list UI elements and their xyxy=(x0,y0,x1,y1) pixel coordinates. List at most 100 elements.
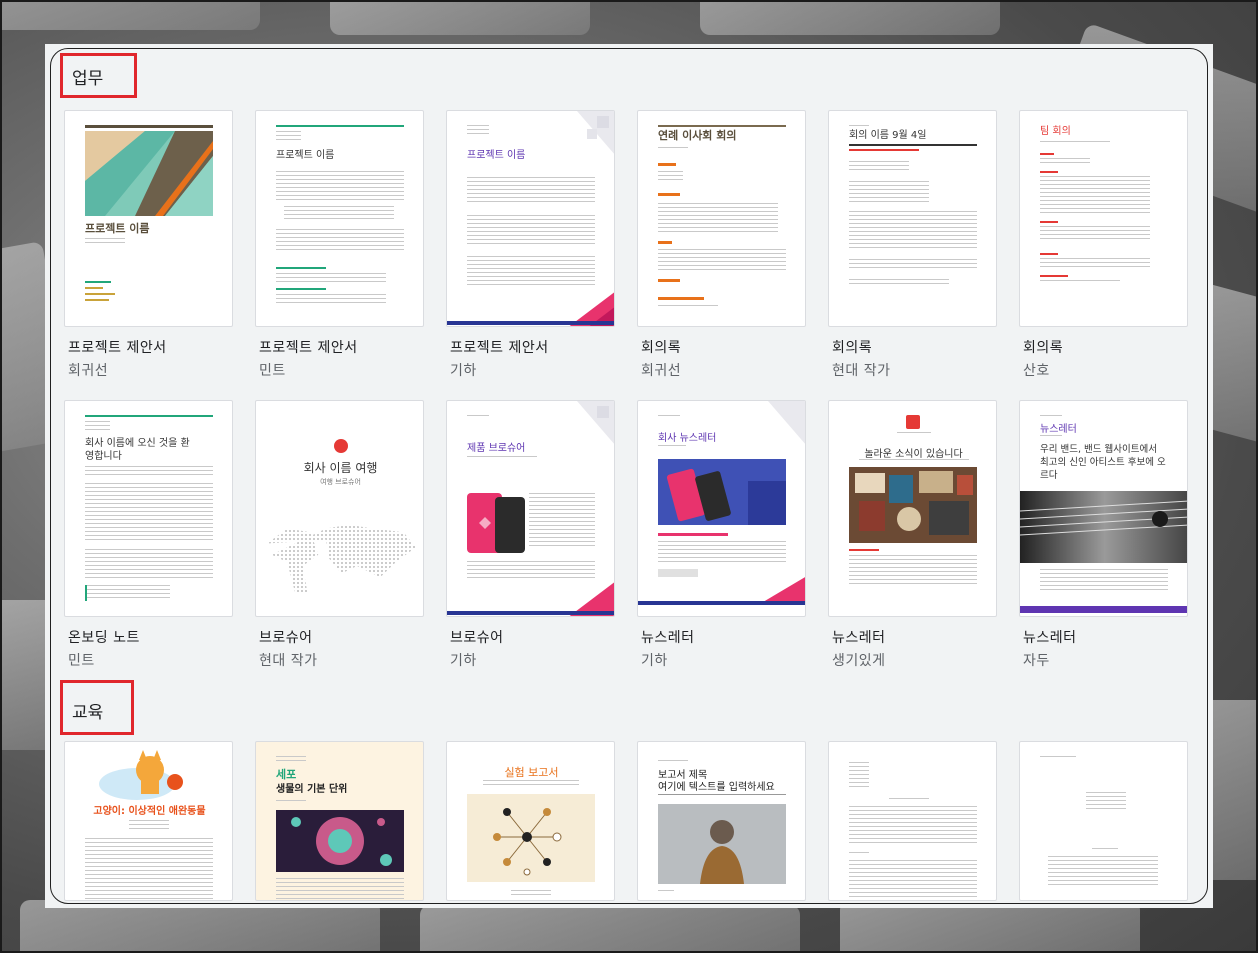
template-style: 회귀선 xyxy=(641,363,682,379)
template-thumbnail[interactable]: 제품 브로슈어 xyxy=(446,400,615,617)
preview-text-lines xyxy=(85,238,125,246)
template-name: 프로젝트 제안서 xyxy=(450,340,549,356)
preview-text-lines xyxy=(849,211,977,251)
template-card[interactable]: 프로젝트 이름 프로젝트 제안서 회귀선 xyxy=(64,110,233,380)
template-thumbnail[interactable]: 프로젝트 이름 xyxy=(446,110,615,327)
molecule-illustration xyxy=(467,794,595,882)
template-card[interactable] xyxy=(1019,741,1188,901)
template-name: 브로슈어 xyxy=(259,630,313,646)
preview-text-lines xyxy=(849,279,949,287)
preview-accent-line xyxy=(658,297,704,300)
preview-title: 연례 이사회 회의 xyxy=(658,129,737,142)
preview-text-lines xyxy=(85,838,213,900)
preview-callout xyxy=(85,585,170,601)
template-thumbnail[interactable]: 뉴스레터 우리 밴드, 밴드 웹사이트에서 최고의 신인 아티스트 후보에 오르… xyxy=(1019,400,1188,617)
template-thumbnail[interactable]: 연례 이사회 회의 xyxy=(637,110,806,327)
preview-title: 프로젝트 이름 xyxy=(85,222,150,235)
doc-preview-art xyxy=(85,125,213,301)
preview-text-lines xyxy=(511,890,551,896)
preview-text-lines xyxy=(85,483,213,543)
preview-text-lines xyxy=(889,798,929,802)
template-thumbnail[interactable]: 놀라운 소식이 있습니다 xyxy=(828,400,997,617)
template-name: 회의록 xyxy=(832,340,873,356)
preview-text-lines xyxy=(1048,856,1158,886)
preview-accent-line xyxy=(276,288,326,290)
template-thumbnail[interactable]: 보고서 제목 여기에 텍스트를 입력하세요 xyxy=(637,741,806,901)
preview-text-lines xyxy=(1040,158,1090,166)
preview-text-lines xyxy=(1040,258,1150,270)
preview-text-lines xyxy=(129,820,169,830)
template-card[interactable]: 회사 이름에 오신 것을 환영합니다 온보딩 노트 민트 xyxy=(64,400,233,670)
preview-photo-person xyxy=(658,804,786,884)
template-thumbnail[interactable] xyxy=(1019,741,1188,901)
section-title-work: 업무 xyxy=(72,69,104,89)
preview-text-lines xyxy=(849,161,909,173)
template-card[interactable]: 뉴스레터 우리 밴드, 밴드 웹사이트에서 최고의 신인 아티스트 후보에 오르… xyxy=(1019,400,1188,670)
preview-text-lines xyxy=(1040,176,1150,216)
template-card[interactable]: 놀라운 소식이 있습니다 뉴스레터 생기있게 xyxy=(828,400,997,670)
template-thumbnail[interactable]: 실험 보고서 xyxy=(446,741,615,901)
template-card[interactable]: 세포 생물의 기본 단위 xyxy=(255,741,424,901)
template-card[interactable]: 프로젝트 이름 프로젝트 제안서 민트 xyxy=(255,110,424,380)
preview-text-lines xyxy=(85,421,110,431)
template-card[interactable]: 팀 회의 회의록 산호 xyxy=(1019,110,1188,380)
preview-accent-line xyxy=(1040,275,1068,277)
preview-text-lines xyxy=(85,549,213,579)
template-thumbnail[interactable]: 프로젝트 이름 xyxy=(255,110,424,327)
preview-text-lines xyxy=(849,860,977,900)
preview-text-lines xyxy=(658,305,718,309)
preview-text-lines xyxy=(658,415,680,419)
template-card[interactable]: 보고서 제목 여기에 텍스트를 입력하세요 xyxy=(637,741,806,901)
template-name: 프로젝트 제안서 xyxy=(68,340,167,356)
logo-icon xyxy=(334,439,348,453)
template-thumbnail[interactable]: 팀 회의 xyxy=(1019,110,1188,327)
preview-text-lines xyxy=(658,171,683,183)
preview-text-lines xyxy=(276,229,404,251)
template-style: 현대 작가 xyxy=(832,363,891,379)
preview-title: 회사 이름 여행 xyxy=(303,461,378,475)
preview-accent-line xyxy=(658,125,786,127)
template-card[interactable]: 회의 이름 9월 4일 회의록 현대 작가 xyxy=(828,110,997,380)
preview-text-lines xyxy=(849,555,977,585)
template-thumbnail[interactable]: 고양이: 이상적인 애완동물 xyxy=(64,741,233,901)
template-card[interactable]: 고양이: 이상적인 애완동물 xyxy=(64,741,233,901)
template-card[interactable] xyxy=(828,741,997,901)
preview-accent-line xyxy=(849,549,879,551)
template-card[interactable]: 연례 이사회 회의 회의록 회귀선 xyxy=(637,110,806,380)
preview-accent-line xyxy=(276,125,404,127)
preview-text-lines xyxy=(276,294,386,304)
preview-title: 회사 뉴스레터 xyxy=(658,433,717,444)
preview-text-lines xyxy=(467,125,489,135)
preview-text-lines xyxy=(1040,226,1150,242)
template-thumbnail[interactable]: 프로젝트 이름 xyxy=(64,110,233,327)
preview-accent-line xyxy=(658,279,680,282)
template-card[interactable]: 회사 이름 여행 여행 브로슈어 브로슈어 현대 작가 xyxy=(255,400,424,670)
template-thumbnail[interactable]: 회사 이름에 오신 것을 환영합니다 xyxy=(64,400,233,617)
preview-accent-line xyxy=(849,144,977,146)
preview-title: 팀 회의 xyxy=(1040,126,1071,137)
template-thumbnail[interactable]: 회의 이름 9월 4일 xyxy=(828,110,997,327)
template-style: 기하 xyxy=(450,363,477,379)
preview-title: 회사 이름에 오신 것을 환영합니다 xyxy=(85,438,190,462)
preview-text-lines xyxy=(849,806,977,846)
template-card[interactable]: 프로젝트 이름 프로젝트 제안서 기하 xyxy=(446,110,615,380)
preview-text-lines xyxy=(1086,792,1126,812)
template-name: 회의록 xyxy=(641,340,682,356)
template-style: 생기있게 xyxy=(832,653,886,669)
world-map-dots xyxy=(267,524,416,593)
preview-title: 제품 브로슈어 xyxy=(467,443,526,454)
template-thumbnail[interactable]: 세포 생물의 기본 단위 xyxy=(255,741,424,901)
template-thumbnail[interactable]: 회사 뉴스레터 xyxy=(637,400,806,617)
template-thumbnail[interactable]: 회사 이름 여행 여행 브로슈어 xyxy=(255,400,424,617)
template-card[interactable]: 회사 뉴스레터 뉴스레터 기하 xyxy=(637,400,806,670)
template-card[interactable]: 제품 브로슈어 브로슈어 기하 xyxy=(446,400,615,670)
template-name: 뉴스레터 xyxy=(832,630,886,646)
template-style: 현대 작가 xyxy=(259,653,318,669)
preview-text-lines xyxy=(467,177,595,203)
preview-text-lines xyxy=(1040,569,1168,593)
preview-text-lines xyxy=(467,561,595,581)
preview-text-lines xyxy=(658,249,786,273)
template-card[interactable]: 실험 보고서 xyxy=(446,741,615,901)
preview-text-lines xyxy=(276,171,404,201)
template-thumbnail[interactable] xyxy=(828,741,997,901)
